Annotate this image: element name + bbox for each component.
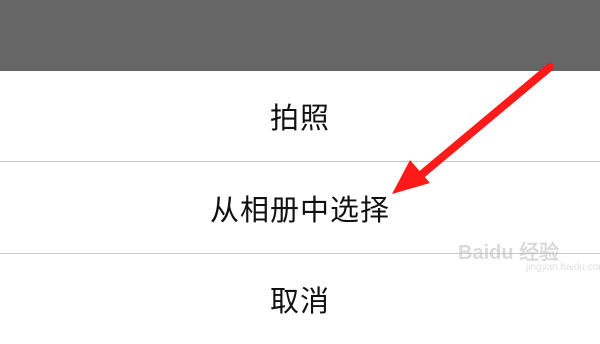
dimmed-background-overlay[interactable] xyxy=(0,0,600,71)
option-divider xyxy=(0,161,600,162)
cancel-label: 取消 xyxy=(269,284,330,318)
baidu-jingyan-watermark: Baidu 经验 jingyan.baidu.com xyxy=(458,236,600,282)
take-photo-label: 拍照 xyxy=(269,101,330,135)
watermark-brand: Baidu 经验 xyxy=(458,242,560,264)
choose-from-album-label: 从相册中选择 xyxy=(209,192,390,227)
take-photo-option[interactable]: 拍照 xyxy=(0,71,600,161)
watermark-domain: jingyan.baidu.com xyxy=(526,262,600,273)
